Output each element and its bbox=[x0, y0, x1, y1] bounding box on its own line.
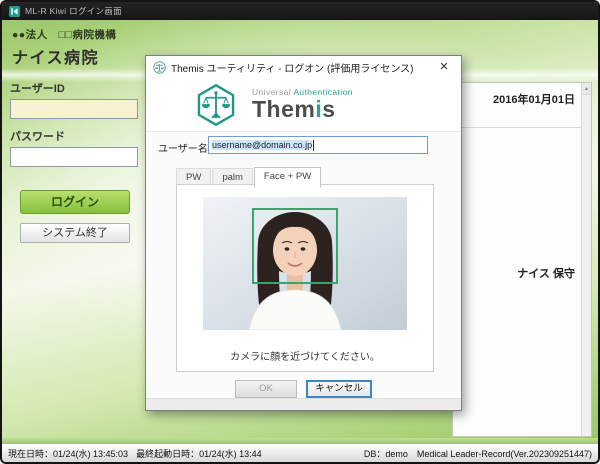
app-header: ●●法人 □□病院機構 ナイス病院 bbox=[12, 27, 116, 68]
panel-scrollbar[interactable]: ▲ bbox=[581, 83, 591, 436]
password-label: パスワード bbox=[10, 128, 140, 144]
username-input[interactable]: username@domain.co.jp bbox=[208, 136, 428, 154]
window-titlebar: ML-R Kiwi ログイン画面 bbox=[2, 2, 598, 20]
status-bar: 現在日時：01/24(水) 13:45:03 最終起動日時：01/24(水) 13… bbox=[2, 443, 598, 462]
panel-divider bbox=[453, 127, 581, 128]
brand-text: Universal Authentication Themis bbox=[252, 87, 353, 121]
login-form: ユーザーID パスワード ログイン システム終了 bbox=[10, 80, 140, 243]
dialog-buttons: OK キャンセル bbox=[146, 380, 461, 398]
dialog-titlebar[interactable]: Themis ユーティリティ - ログオン (評価用ライセンス) ✕ bbox=[146, 56, 461, 78]
username-value: username@domain.co.jp bbox=[212, 140, 312, 150]
close-icon[interactable]: ✕ bbox=[429, 57, 459, 77]
themis-logo-icon bbox=[194, 83, 238, 127]
face-auth-panel: カメラに顔を近づけてください。 bbox=[176, 184, 434, 372]
screen: ML-R Kiwi ログイン画面 ●●法人 □□病院機構 ナイス病院 ユーザーI… bbox=[0, 0, 600, 464]
scales-icon bbox=[153, 61, 166, 74]
last-boot-label: 最終起動日時： bbox=[136, 449, 199, 459]
tab-face-pw[interactable]: Face + PW bbox=[254, 167, 321, 188]
user-id-label: ユーザーID bbox=[10, 80, 140, 96]
login-button[interactable]: ログイン bbox=[20, 190, 130, 214]
app-body: ●●法人 □□病院機構 ナイス病院 ユーザーID パスワード ログイン システム… bbox=[2, 20, 598, 462]
brand-name: Themis bbox=[252, 97, 353, 121]
status-left: 現在日時：01/24(水) 13:45:03 最終起動日時：01/24(水) 13… bbox=[8, 447, 262, 460]
maintenance-note: ナイス 保守 bbox=[517, 265, 575, 281]
app-icon bbox=[9, 6, 20, 17]
password-input[interactable] bbox=[10, 147, 138, 167]
camera-message: カメラに顔を近づけてください。 bbox=[177, 348, 433, 363]
system-exit-button[interactable]: システム終了 bbox=[20, 223, 130, 243]
current-datetime-value: 01/24(水) 13:45:03 bbox=[53, 449, 128, 459]
last-boot-value: 01/24(水) 13:44 bbox=[199, 449, 262, 459]
cancel-button[interactable]: キャンセル bbox=[306, 380, 372, 398]
hospital-name: ナイス病院 bbox=[12, 44, 116, 68]
text-caret bbox=[313, 140, 314, 151]
themis-brand: Universal Authentication Themis bbox=[146, 78, 461, 132]
scroll-up-icon[interactable]: ▲ bbox=[582, 83, 591, 95]
info-panel: 2016年01月01日 ナイス 保守 ▲ bbox=[452, 82, 592, 437]
dialog-footer bbox=[146, 398, 461, 410]
dialog-title: Themis ユーティリティ - ログオン (評価用ライセンス) bbox=[171, 60, 424, 75]
window-title: ML-R Kiwi ログイン画面 bbox=[25, 5, 122, 17]
app-window: ML-R Kiwi ログイン画面 ●●法人 □□病院機構 ナイス病院 ユーザーI… bbox=[0, 0, 600, 464]
themis-login-dialog: Themis ユーティリティ - ログオン (評価用ライセンス) ✕ bbox=[145, 55, 462, 411]
current-date: 2016年01月01日 bbox=[453, 83, 591, 107]
db-info: DB：demo Medical Leader-Record(Ver.202309… bbox=[364, 447, 592, 460]
current-datetime-label: 現在日時： bbox=[8, 449, 53, 459]
organization-name: ●●法人 □□病院機構 bbox=[12, 27, 116, 42]
user-id-input[interactable] bbox=[10, 99, 138, 119]
ok-button[interactable]: OK bbox=[235, 380, 297, 398]
camera-preview bbox=[203, 197, 407, 330]
